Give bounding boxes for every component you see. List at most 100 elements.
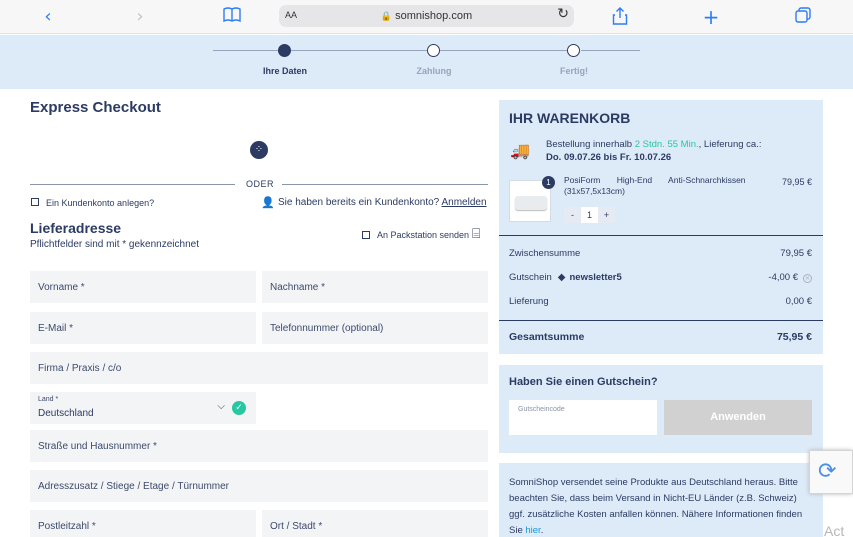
- street-field[interactable]: Straße und Hausnummer *: [30, 430, 488, 462]
- voucher-label: Gutschein: [509, 272, 552, 283]
- email-field[interactable]: E-Mail *: [30, 312, 256, 344]
- company-field[interactable]: Firma / Praxis / c/o: [30, 352, 488, 384]
- url-text: somnishop.com: [395, 10, 473, 22]
- lock-icon: 🔒: [380, 11, 393, 21]
- login-prompt-text: Sie haben bereits ein Kundenkonto?: [278, 197, 440, 208]
- voucher-row: Gutschein ◆ newsletter5 -4,00 € ✕: [509, 272, 812, 283]
- subtotal-row: Zwischensumme 79,95 €: [509, 248, 812, 259]
- address-bar[interactable]: AA 🔒 somnishop.com ↻: [279, 5, 574, 27]
- shipping-label: Lieferung: [509, 296, 549, 307]
- voucher-panel: Haben Sie einen Gutschein? Gutscheincode…: [499, 365, 823, 453]
- quantity-badge: 1: [542, 176, 555, 189]
- country-select[interactable]: Land * Deutschland ⌵ ✓: [30, 392, 256, 424]
- browser-toolbar: ‹ › AA 🔒 somnishop.com ↻ +: [0, 0, 853, 34]
- address-title: Lieferadresse: [30, 220, 122, 236]
- cart-divider: [499, 320, 823, 321]
- shipping-row: Lieferung 0,00 €: [509, 296, 812, 307]
- divider-label: ODER: [246, 179, 275, 189]
- total-label: Gesamtsumme: [509, 331, 585, 343]
- subtotal-label: Zwischensumme: [509, 248, 581, 259]
- share-icon[interactable]: [610, 7, 630, 27]
- delivery-countdown: 2 Stdn. 55 Min.: [634, 139, 699, 150]
- shipping-info-panel: SomniShop versendet seine Produkte aus D…: [499, 463, 823, 537]
- increase-quantity-button[interactable]: +: [598, 207, 615, 223]
- reload-icon[interactable]: ↻: [557, 6, 569, 22]
- stepper-line: [291, 50, 427, 51]
- product-size: (31x57,5x13cm): [564, 186, 625, 196]
- product-price: 79,95 €: [781, 177, 812, 187]
- voucher-code-input[interactable]: Gutscheincode: [509, 400, 657, 435]
- voucher-placeholder: Gutscheincode: [518, 406, 565, 413]
- last-name-field[interactable]: Nachname *: [262, 271, 488, 303]
- email-placeholder: E-Mail *: [38, 323, 74, 334]
- step-label-zahlung: Zahlung: [416, 66, 452, 76]
- quantity-stepper: - 1 +: [564, 207, 615, 223]
- back-icon[interactable]: ‹: [38, 7, 58, 27]
- total-row: Gesamtsumme 75,95 €: [509, 331, 812, 343]
- login-prompt: Sie haben bereits ein Kundenkonto? Anmel…: [278, 197, 487, 208]
- tabs-overview-icon[interactable]: [793, 7, 813, 27]
- first-name-field[interactable]: Vorname *: [30, 271, 256, 303]
- address-extra-placeholder: Adresszusatz / Stiege / Etage / Türnumme…: [38, 481, 230, 492]
- check-icon: ✓: [232, 401, 246, 415]
- stepper-line: [213, 50, 284, 51]
- divider-line: [30, 184, 235, 185]
- delivery-info: Bestellung innerhalb 2 Stdn. 55 Min., Li…: [546, 138, 816, 164]
- country-value: Deutschland: [38, 408, 94, 419]
- phone-field[interactable]: Telefonnummer (optional): [262, 312, 488, 344]
- decrease-quantity-button[interactable]: -: [564, 207, 581, 223]
- city-field[interactable]: Ort / Stadt *: [262, 510, 488, 537]
- bookmarks-icon[interactable]: [222, 7, 242, 27]
- required-hint: Pflichtfelder sind mit * gekennzeichnet: [30, 239, 199, 250]
- create-account-checkbox[interactable]: [31, 198, 39, 206]
- street-placeholder: Straße und Hausnummer *: [38, 441, 157, 452]
- user-icon: 👤: [261, 196, 275, 209]
- voucher-amount: -4,00 €: [768, 272, 798, 283]
- shipping-info-text: SomniShop versendet seine Produkte aus D…: [509, 475, 809, 537]
- total-value: 75,95 €: [776, 331, 812, 343]
- forward-icon[interactable]: ›: [130, 7, 150, 27]
- express-payment-icon[interactable]: ⁘: [250, 141, 268, 159]
- login-link[interactable]: Anmelden: [441, 197, 486, 208]
- step-dot-fertig: [567, 44, 580, 57]
- subtotal-value: 79,95 €: [780, 248, 812, 259]
- first-name-placeholder: Vorname *: [38, 282, 85, 293]
- truck-icon: 🚚: [510, 141, 530, 160]
- phone-placeholder: Telefonnummer (optional): [270, 323, 384, 334]
- tag-icon: ◆: [557, 272, 566, 283]
- page-title: Express Checkout: [30, 99, 161, 116]
- product-name: PosiForm High-End Anti-Schnarchkissen: [564, 175, 746, 185]
- step-label-ihre-daten: Ihre Daten: [262, 66, 307, 76]
- info-period: .: [540, 525, 544, 536]
- step-dot-zahlung: [427, 44, 440, 57]
- step-label-fertig: Fertig!: [560, 66, 588, 76]
- country-label: Land *: [38, 396, 59, 403]
- stepper-line: [581, 50, 640, 51]
- packstation-icon: ⌸: [472, 226, 481, 242]
- cart-title: IHR WARENKORB: [509, 110, 631, 126]
- voucher-title: Haben Sie einen Gutschein?: [509, 376, 658, 388]
- stepper-line: [440, 50, 568, 51]
- chevron-down-icon: ⌵: [217, 401, 225, 412]
- step-dot-ihre-daten: [278, 44, 291, 57]
- checkout-stepper: Ihre Daten Zahlung Fertig!: [0, 35, 853, 89]
- address-extra-field[interactable]: Adresszusatz / Stiege / Etage / Türnumme…: [30, 470, 488, 502]
- company-placeholder: Firma / Praxis / c/o: [38, 363, 122, 374]
- activate-windows-watermark: Act: [824, 523, 845, 537]
- create-account-label: Ein Kundenkonto anlegen?: [46, 198, 155, 208]
- shipping-value: 0,00 €: [785, 296, 812, 307]
- recaptcha-badge[interactable]: ⟳: [809, 450, 853, 494]
- zip-placeholder: Postleitzahl *: [38, 521, 96, 532]
- packstation-checkbox[interactable]: [362, 231, 370, 239]
- cart-panel: IHR WARENKORB 🚚 Bestellung innerhalb 2 S…: [499, 100, 823, 354]
- divider-line: [282, 184, 488, 185]
- zip-field[interactable]: Postleitzahl *: [30, 510, 256, 537]
- quantity-value[interactable]: 1: [581, 207, 598, 223]
- cart-divider: [499, 235, 823, 236]
- remove-voucher-icon[interactable]: ✕: [803, 274, 812, 283]
- recaptcha-icon: ⟳: [818, 459, 837, 484]
- apply-voucher-button[interactable]: Anwenden: [664, 400, 812, 435]
- delivery-suffix: , Lieferung ca.:: [698, 139, 762, 150]
- new-tab-icon[interactable]: +: [701, 7, 721, 27]
- info-link[interactable]: hier: [525, 525, 540, 536]
